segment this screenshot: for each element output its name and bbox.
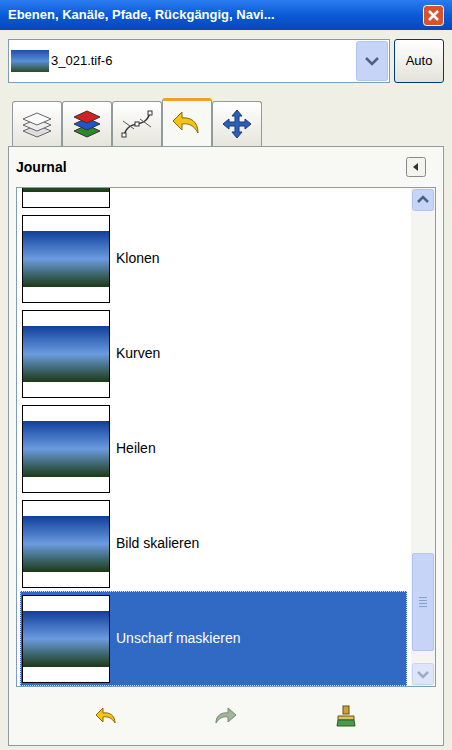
- history-label: Unscharf maskieren: [116, 628, 241, 649]
- scrollbar[interactable]: [411, 188, 435, 686]
- scroll-down-icon[interactable]: [411, 663, 435, 685]
- history-thumbnail: [22, 500, 110, 588]
- history-item[interactable]: [20, 188, 407, 211]
- thumbnail-image: [23, 516, 109, 572]
- thumbnail-image: [23, 611, 109, 667]
- panel-header: Journal: [16, 147, 436, 187]
- image-name: 3_021.tif-6: [51, 51, 356, 71]
- auto-button[interactable]: Auto: [394, 39, 444, 83]
- tab-bar: [8, 98, 444, 146]
- undo-button[interactable]: [86, 698, 126, 734]
- undo-icon: [170, 107, 204, 141]
- tab[interactable]: [112, 101, 162, 146]
- redo-icon: [214, 706, 238, 726]
- navigation-icon: [220, 107, 254, 141]
- close-icon[interactable]: [423, 5, 444, 26]
- paths-icon: [120, 107, 154, 141]
- dock-body: 3_021.tif-6 Auto Journal Klonen Kurven Heilen…: [0, 30, 452, 750]
- image-row: 3_021.tif-6 Auto: [8, 38, 444, 84]
- image-menu[interactable]: 3_021.tif-6: [8, 39, 390, 83]
- history-list: Klonen Kurven Heilen Bild skalieren Unscharf…: [16, 187, 436, 687]
- scroll-track: [411, 211, 435, 553]
- history-thumbnail: [22, 310, 110, 398]
- tab[interactable]: [12, 101, 62, 146]
- panel-menu-icon[interactable]: [406, 157, 426, 177]
- clear-button[interactable]: [326, 698, 366, 734]
- tab[interactable]: [162, 98, 212, 146]
- button-bar: [16, 687, 436, 745]
- tab[interactable]: [62, 101, 112, 146]
- title-bar: Ebenen, Kanäle, Pfade, Rückgängig, Navi.…: [0, 0, 452, 30]
- history-item[interactable]: Kurven: [20, 306, 407, 401]
- redo-button: [206, 698, 246, 734]
- grip-line: [419, 600, 427, 601]
- history-items: Klonen Kurven Heilen Bild skalieren Unscharf…: [17, 188, 407, 686]
- history-item[interactable]: Klonen: [20, 211, 407, 306]
- window-title: Ebenen, Kanäle, Pfade, Rückgängig, Navi.…: [8, 5, 419, 25]
- layers-icon: [20, 107, 54, 141]
- thumbnail-image: [23, 188, 109, 192]
- thumbnail-image: [23, 231, 109, 287]
- history-item[interactable]: Unscharf maskieren: [20, 591, 407, 686]
- grip-line: [419, 606, 427, 607]
- history-label: Klonen: [116, 248, 160, 269]
- history-thumbnail: [22, 595, 110, 683]
- channels-icon: [70, 107, 104, 141]
- history-item[interactable]: Heilen: [20, 401, 407, 496]
- journal-panel: Journal Klonen Kurven Heilen Bild skalieren U…: [8, 146, 444, 746]
- image-thumbnail: [11, 50, 49, 72]
- thumbnail-image: [23, 326, 109, 382]
- grip-line: [419, 603, 427, 604]
- panel-title: Journal: [16, 157, 406, 178]
- clear-icon: [334, 704, 358, 728]
- history-label: Heilen: [116, 438, 156, 459]
- dropdown-arrow-icon[interactable]: [356, 41, 388, 81]
- bottom-edge: [8, 746, 444, 750]
- undo-icon: [95, 706, 117, 726]
- scroll-thumb[interactable]: [412, 553, 434, 651]
- history-item[interactable]: Bild skalieren: [20, 496, 407, 591]
- tab[interactable]: [212, 101, 262, 146]
- history-label: Kurven: [116, 343, 160, 364]
- scroll-up-icon[interactable]: [411, 189, 435, 211]
- history-thumbnail: [22, 188, 110, 208]
- history-thumbnail: [22, 405, 110, 493]
- thumbnail-image: [23, 421, 109, 477]
- grip-line: [419, 597, 427, 598]
- history-label: Bild skalieren: [116, 533, 199, 554]
- history-thumbnail: [22, 215, 110, 303]
